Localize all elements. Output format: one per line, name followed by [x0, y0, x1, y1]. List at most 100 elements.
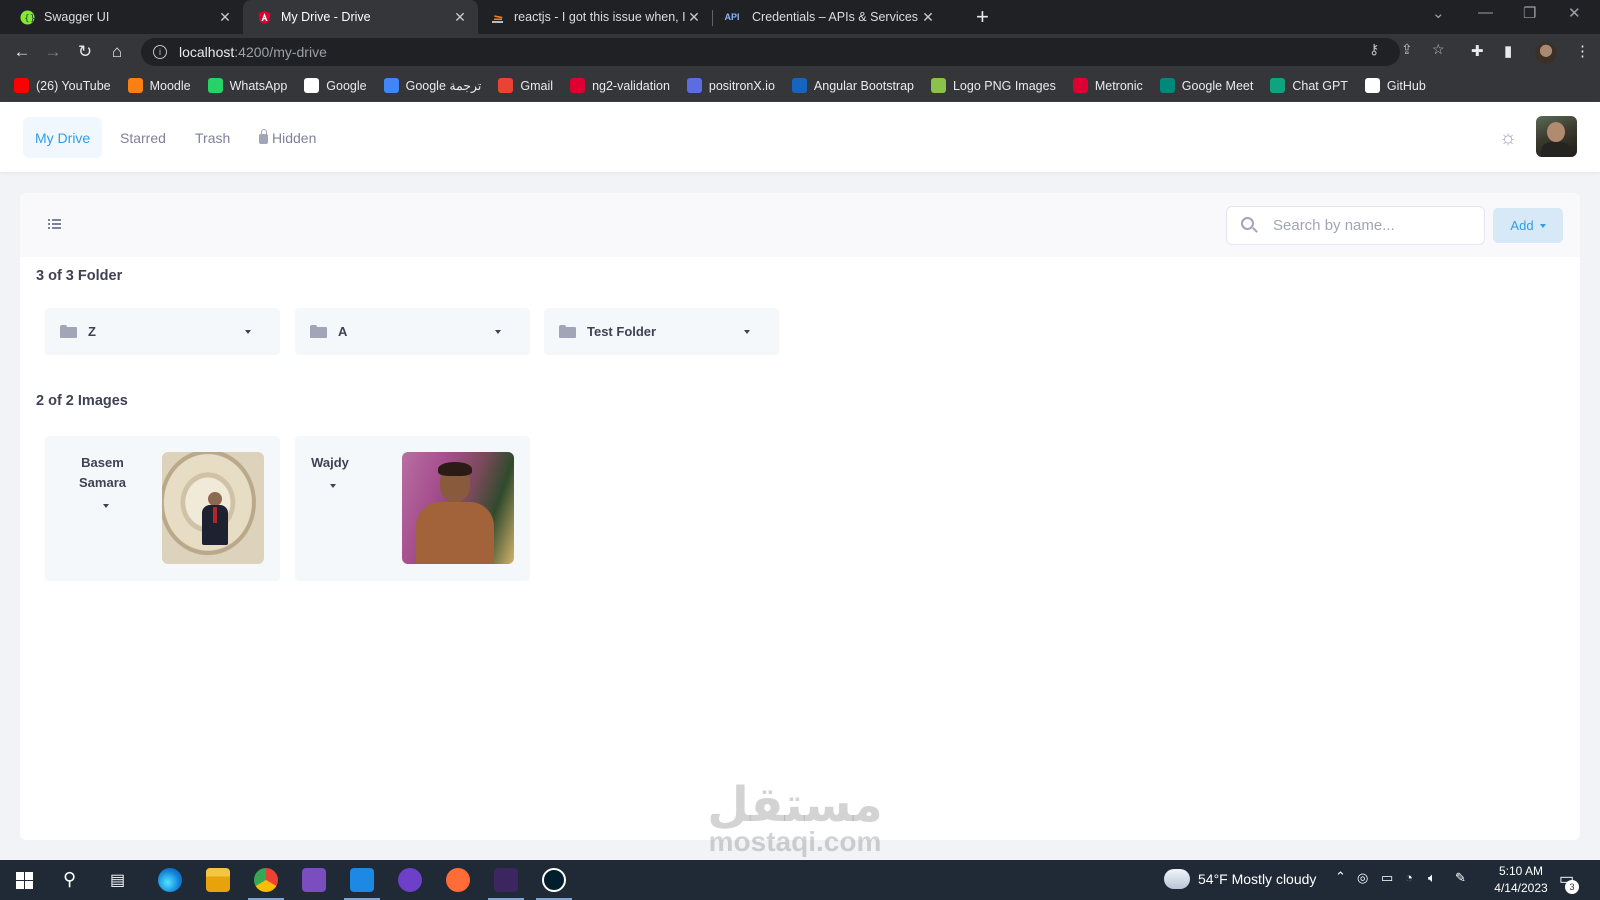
bookmark-item[interactable]: Gmail	[498, 78, 553, 93]
minimize-icon[interactable]: —	[1478, 4, 1493, 21]
theme-toggle-sun-icon[interactable]: ☼	[1497, 127, 1519, 149]
reload-icon[interactable]: ↻	[75, 42, 95, 62]
close-window-icon[interactable]: ✕	[1568, 4, 1581, 22]
image-thumbnail[interactable]	[162, 452, 264, 564]
bookmark-label: Angular Bootstrap	[813, 78, 914, 93]
search-box[interactable]	[1226, 206, 1485, 245]
tab-stackoverflow[interactable]: reactjs - I got this issue when, I a ✕	[478, 0, 712, 34]
bookmark-label: Google ترجمة	[405, 79, 482, 93]
image-menu-caret-icon[interactable]	[330, 484, 336, 488]
bookmark-item[interactable]: positronX.io	[686, 78, 775, 93]
chevron-up-icon[interactable]: ⌃	[1335, 869, 1346, 885]
folder-menu-caret-icon[interactable]	[245, 329, 251, 334]
tab-my-drive[interactable]: My Drive - Drive ✕	[243, 0, 478, 34]
list-view-icon[interactable]	[48, 217, 64, 233]
bookmark-item[interactable]: Metronic	[1072, 78, 1143, 93]
image-name-line: Basem	[81, 455, 124, 470]
lock-icon	[259, 128, 268, 144]
bookmark-item[interactable]: (26) YouTube	[14, 78, 111, 93]
bookmark-label: positronX.io	[708, 78, 775, 93]
search-taskbar-icon[interactable]: ⚲	[63, 869, 76, 890]
bookmark-item[interactable]: ng2-validation	[570, 78, 670, 93]
watermark-latin: mostaqi.com	[708, 826, 882, 857]
bookmark-item[interactable]: Chat GPT	[1270, 78, 1348, 93]
home-icon[interactable]: ⌂	[107, 42, 127, 62]
tab-trash[interactable]: Trash	[183, 117, 242, 158]
bookmark-item[interactable]: Logo PNG Images	[930, 78, 1056, 93]
visual-studio-icon[interactable]	[302, 868, 326, 892]
meet-now-icon[interactable]: ◎	[1357, 870, 1368, 886]
wifi-icon[interactable]: ◔	[1405, 870, 1413, 885]
mongodb-compass-icon[interactable]	[542, 868, 566, 892]
star-icon[interactable]: ☆	[1432, 41, 1445, 58]
task-view-icon[interactable]: ▤	[110, 870, 125, 890]
folder-card[interactable]: Z	[45, 308, 280, 355]
folder-name: Test Folder	[587, 324, 657, 339]
tab-search-icon[interactable]: ⌄	[1432, 4, 1445, 22]
file-explorer-icon[interactable]	[206, 868, 230, 892]
weather-text[interactable]: 54°F Mostly cloudy	[1198, 871, 1316, 887]
tab-hidden[interactable]: Hidden	[247, 117, 328, 158]
bookmark-label: Gmail	[520, 78, 554, 93]
bookmark-label: Chat GPT	[1292, 78, 1348, 93]
windows-start-icon[interactable]	[16, 872, 33, 889]
bookmark-item[interactable]: Google Meet	[1159, 78, 1253, 93]
add-button[interactable]: Add	[1493, 208, 1563, 243]
terminal-icon[interactable]	[494, 868, 518, 892]
new-tab-button[interactable]: +	[976, 4, 989, 30]
tab-swagger-ui[interactable]: {} Swagger UI ✕	[0, 0, 243, 34]
tab-my-drive-nav[interactable]: My Drive	[23, 117, 103, 158]
image-menu-caret-icon[interactable]	[103, 504, 109, 508]
vscode-icon[interactable]	[350, 868, 374, 892]
caret-down-icon	[1539, 223, 1546, 228]
bookmark-item[interactable]: Angular Bootstrap	[791, 78, 914, 93]
close-icon[interactable]: ✕	[686, 9, 702, 26]
restore-icon[interactable]: ❐	[1523, 4, 1536, 22]
folder-card[interactable]: A	[295, 308, 530, 355]
tab-credentials[interactable]: API Credentials – APIs & Services – M ✕	[713, 0, 946, 34]
search-input[interactable]	[1273, 217, 1463, 234]
github-desktop-icon[interactable]	[398, 868, 422, 892]
bookmark-item[interactable]: WhatsApp	[207, 78, 287, 93]
image-card[interactable]: Basem Samara	[45, 436, 280, 581]
extensions-icon[interactable]: ✚	[1471, 42, 1484, 60]
bookmark-label: Moodle	[149, 78, 191, 93]
menu-icon[interactable]: ⋮	[1575, 42, 1590, 60]
back-icon[interactable]: ←	[12, 42, 32, 62]
user-avatar[interactable]	[1536, 116, 1577, 157]
close-icon[interactable]: ✕	[452, 9, 468, 26]
watermark-arabic: مستقل	[707, 777, 883, 833]
site-info-icon[interactable]: i	[153, 45, 167, 59]
share-icon[interactable]: ⇪	[1401, 41, 1413, 58]
image-thumbnail[interactable]	[402, 452, 514, 564]
forward-icon[interactable]: →	[43, 42, 63, 62]
volume-icon[interactable]: 🔈︎	[1428, 870, 1436, 886]
bookmark-item[interactable]: Google ترجمة	[383, 78, 482, 93]
bookmark-item[interactable]: Google	[304, 78, 367, 93]
folder-menu-caret-icon[interactable]	[744, 329, 750, 334]
image-card[interactable]: Wajdy	[295, 436, 530, 581]
bookmark-item[interactable]: GitHub	[1364, 78, 1426, 93]
side-panel-icon[interactable]: ▮	[1504, 42, 1512, 60]
address-bar[interactable]: i localhost:4200/my-drive	[141, 38, 1400, 66]
image-name: Wajdy	[309, 453, 351, 473]
profile-avatar[interactable]	[1535, 42, 1557, 64]
tab-starred[interactable]: Starred	[108, 117, 178, 158]
postman-icon[interactable]	[446, 868, 470, 892]
folder-menu-caret-icon[interactable]	[495, 329, 501, 334]
key-icon[interactable]: ⚷	[1369, 41, 1379, 58]
positronx-icon	[686, 78, 702, 93]
folder-card[interactable]: Test Folder	[544, 308, 779, 355]
bookmark-item[interactable]: Moodle	[127, 78, 191, 93]
clock[interactable]: 5:10 AM 4/14/2023	[1491, 863, 1551, 897]
edge-icon[interactable]	[158, 868, 182, 892]
battery-icon[interactable]: ▭	[1381, 870, 1393, 886]
chrome-icon[interactable]	[254, 868, 278, 892]
pen-icon[interactable]: ✎	[1455, 870, 1466, 886]
angular-icon	[257, 10, 272, 25]
card-toolbar: Add	[20, 193, 1580, 257]
google-icon	[304, 78, 320, 93]
close-icon[interactable]: ✕	[217, 9, 233, 26]
bookmark-label: Metronic	[1094, 78, 1143, 93]
close-icon[interactable]: ✕	[920, 9, 936, 26]
